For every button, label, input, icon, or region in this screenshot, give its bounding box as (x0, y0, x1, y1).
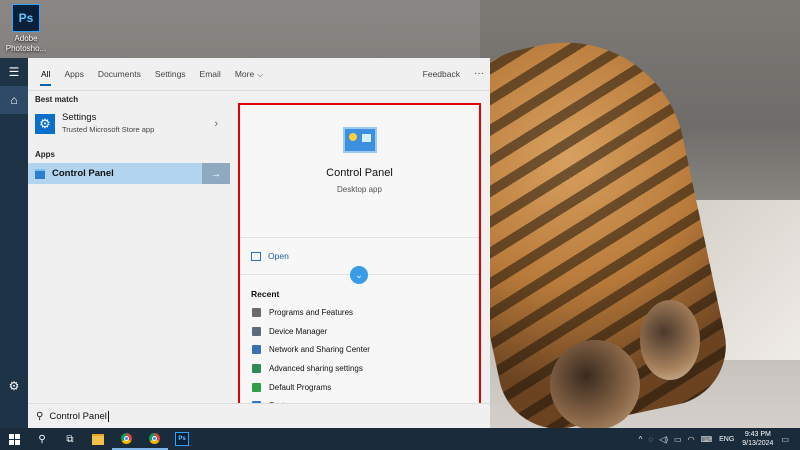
gear-icon[interactable]: ⚙ (0, 372, 28, 400)
chevron-up-icon[interactable]: ^ (639, 435, 643, 444)
notifications-icon[interactable]: ▭ (781, 435, 789, 444)
best-match-heading: Best match (35, 95, 79, 104)
recent-item[interactable]: Device Manager (240, 322, 479, 341)
recent-item[interactable]: Default Programs (240, 378, 479, 397)
best-match-settings[interactable]: ⚙ Settings Trusted Microsoft Store app › (28, 108, 230, 146)
recent-item-label: Programs and Features (269, 307, 354, 317)
recent-item-icon (252, 326, 261, 336)
tab-documents[interactable]: Documents (91, 58, 148, 90)
start-button[interactable] (0, 428, 28, 450)
home-icon[interactable]: ⌂ (0, 86, 28, 114)
search-box[interactable]: ⚲ Control Panel (28, 403, 490, 429)
detail-pane: Control Panel Desktop app Open ⌄ Recent … (240, 105, 479, 429)
system-tray: ^ ◌ ◁) ▭ ◠ ⌨ ENG 9:43 PM 9/13/2024 ▭ (636, 428, 792, 450)
recent-item-label: Default Programs (269, 382, 332, 392)
language-indicator[interactable]: ENG (719, 436, 734, 443)
tab-apps[interactable]: Apps (57, 58, 90, 90)
expand-chevron-icon[interactable]: ⌄ (350, 266, 368, 284)
desktop-icon-label: Adobe Photosho... (5, 34, 47, 53)
feedback-link[interactable]: Feedback (423, 58, 474, 90)
recent-item[interactable]: Advanced sharing settings (240, 359, 479, 378)
control-panel-icon (35, 168, 45, 179)
chevron-down-icon: ⌵ (257, 70, 264, 79)
arrow-right-icon[interactable]: → (202, 163, 230, 184)
wifi-icon[interactable]: ◠ (688, 435, 695, 444)
wallpaper-cat-paw (550, 340, 640, 430)
search-input[interactable]: Control Panel (49, 411, 107, 422)
tab-email[interactable]: Email (193, 58, 228, 90)
search-tabs: All Apps Documents Settings Email More ⌵ … (28, 58, 490, 91)
volume-icon[interactable]: ◁) (659, 435, 668, 444)
tab-settings[interactable]: Settings (148, 58, 193, 90)
hamburger-icon[interactable]: ☰ (0, 58, 28, 86)
wallpaper-cat-paw (640, 300, 700, 380)
tab-more[interactable]: More ⌵ (228, 58, 270, 90)
text-caret (107, 411, 109, 422)
taskbar: ⚲ ⧉ Ps ^ ◌ ◁) ▭ ◠ ⌨ ENG 9:43 PM 9/13/202… (0, 428, 800, 450)
network-icon[interactable]: ◌ (648, 435, 653, 444)
tab-more-label: More (234, 69, 255, 79)
recent-item-label: Device Manager (269, 326, 328, 336)
recent-item-icon (252, 307, 261, 317)
desktop-icon-photoshop[interactable]: Ps Adobe Photosho... (4, 4, 48, 54)
chrome-icon[interactable] (112, 428, 140, 450)
result-control-panel[interactable]: Control Panel → (28, 163, 230, 184)
search-icon: ⚲ (36, 411, 44, 422)
search-icon[interactable]: ⚲ (28, 428, 56, 450)
clock[interactable]: 9:43 PM 9/13/2024 (742, 430, 773, 448)
detail-subtitle: Desktop app (337, 185, 382, 194)
recent-item-icon (252, 363, 261, 373)
recent-item-label: Network and Sharing Center (269, 345, 370, 355)
tab-all[interactable]: All (34, 58, 57, 90)
recent-item[interactable]: Network and Sharing Center (240, 340, 479, 359)
result-label: Control Panel (52, 168, 114, 179)
more-options-icon[interactable]: ··· (474, 58, 484, 90)
chrome-profile-icon[interactable] (140, 428, 168, 450)
detail-header: Control Panel Desktop app (240, 127, 479, 238)
open-action[interactable]: Open ⌄ (240, 238, 479, 284)
apps-heading: Apps (35, 150, 55, 159)
file-explorer-icon[interactable] (84, 428, 112, 450)
clock-date: 9/13/2024 (742, 440, 774, 447)
recent-item-icon (252, 345, 261, 355)
keyboard-icon[interactable]: ⌨ (701, 435, 713, 444)
settings-gear-icon: ⚙ (35, 114, 55, 134)
best-match-subtitle: Trusted Microsoft Store app (62, 125, 155, 134)
recent-item[interactable]: Programs and Features (240, 303, 479, 322)
clock-time: 9:43 PM (744, 431, 771, 438)
results-list: Best match ⚙ Settings Trusted Microsoft … (28, 91, 230, 401)
control-panel-large-icon (342, 127, 377, 153)
open-label: Open (268, 251, 289, 261)
start-rail: ☰ ⌂ ⚙ (0, 58, 28, 428)
photoshop-taskbar-icon[interactable]: Ps (168, 428, 196, 450)
recent-item-label: Advanced sharing settings (269, 363, 363, 373)
task-view-icon[interactable]: ⧉ (56, 428, 84, 450)
recent-item-icon (252, 382, 261, 392)
open-icon (251, 251, 261, 261)
windows-logo-icon (8, 433, 20, 445)
best-match-title: Settings (62, 112, 97, 123)
battery-icon[interactable]: ▭ (674, 435, 682, 444)
detail-title: Control Panel (326, 167, 393, 179)
photoshop-icon: Ps (12, 4, 40, 32)
chevron-right-icon[interactable]: › (214, 118, 218, 130)
